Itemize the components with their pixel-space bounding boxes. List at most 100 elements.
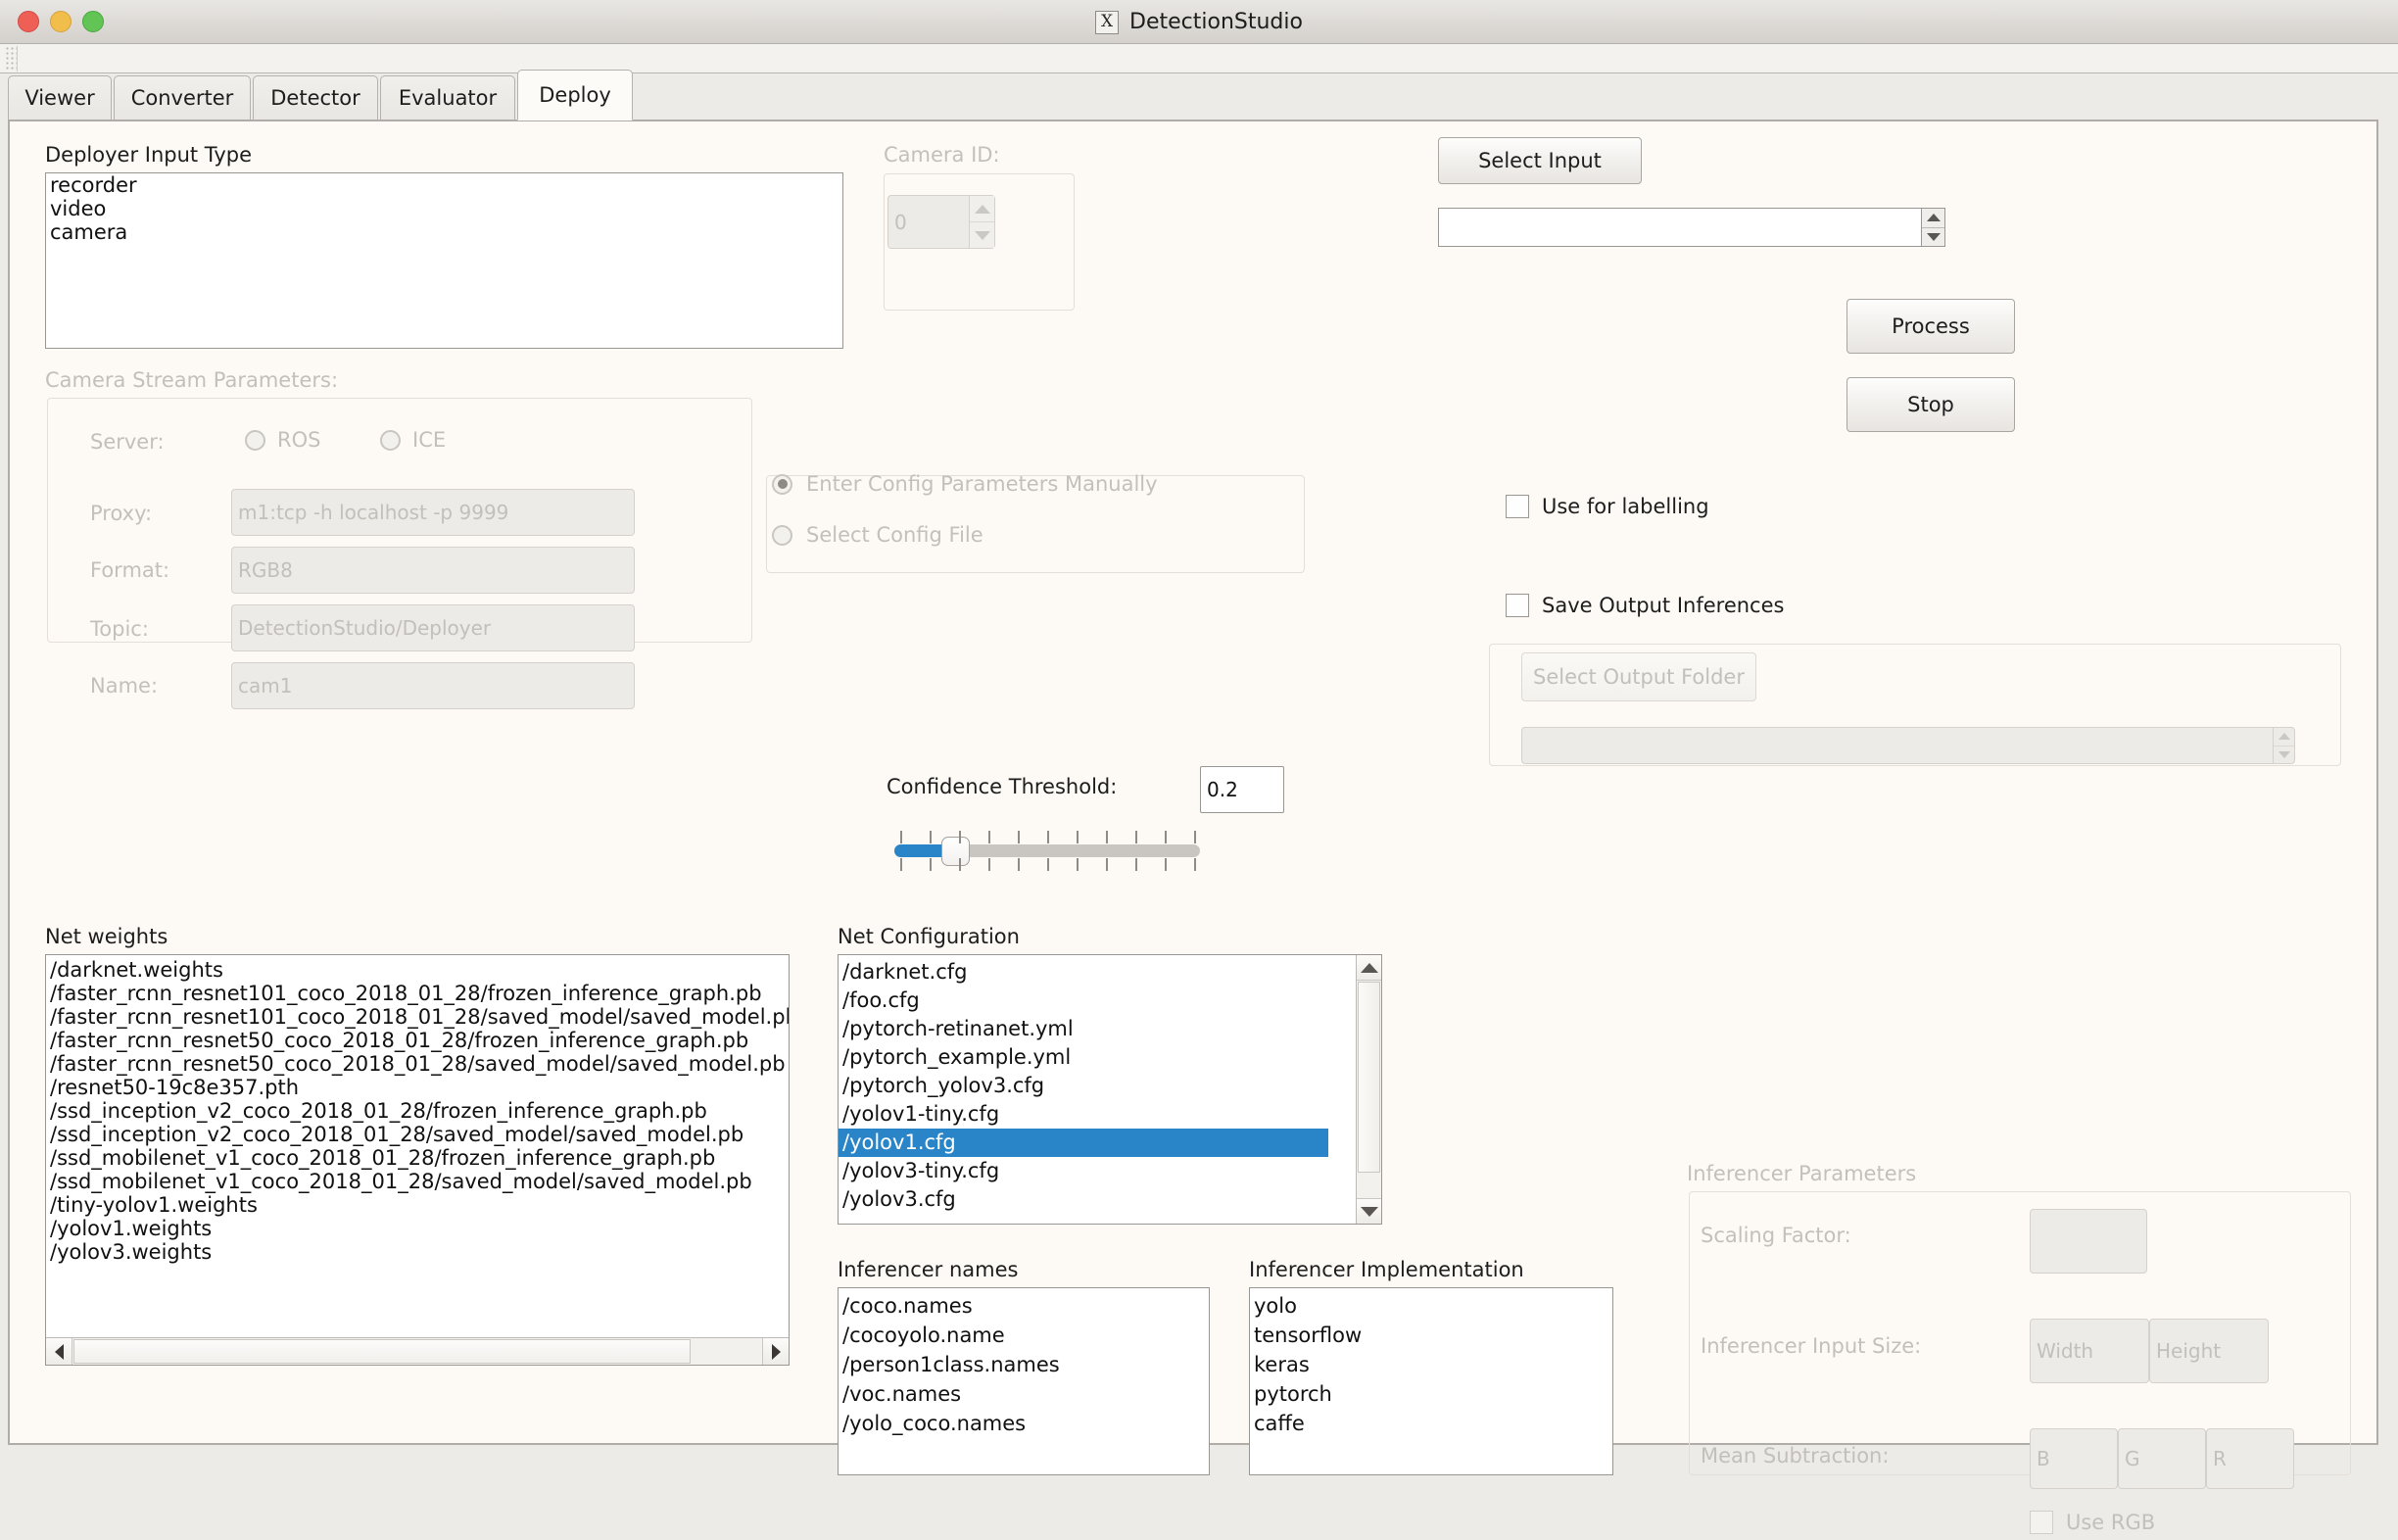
camera-id-spin-down[interactable]	[970, 221, 994, 248]
camera-id-spin-up[interactable]	[970, 196, 994, 221]
list-item[interactable]: /faster_rcnn_resnet50_coco_2018_01_28/fr…	[46, 1029, 789, 1052]
format-field[interactable]: RGB8	[231, 547, 635, 594]
vscroll-up-arrow[interactable]	[1357, 955, 1381, 981]
list-item[interactable]: pytorch	[1250, 1379, 1612, 1409]
inferencer-implementation-list[interactable]: yolo tensorflow keras pytorch caffe	[1249, 1287, 1613, 1475]
list-item[interactable]: /ssd_mobilenet_v1_coco_2018_01_28/saved_…	[46, 1170, 789, 1193]
list-item[interactable]: yolo	[1250, 1291, 1612, 1321]
radio-manual-icon	[772, 474, 792, 495]
input-path-field[interactable]	[1438, 208, 1945, 247]
scaling-factor-field[interactable]	[2030, 1209, 2147, 1274]
list-item[interactable]: video	[46, 197, 842, 220]
list-item[interactable]: /pytorch_yolov3.cfg	[839, 1072, 1381, 1100]
hscroll-right-arrow[interactable]	[762, 1338, 789, 1365]
list-item[interactable]: /yolov1-tiny.cfg	[839, 1100, 1381, 1129]
tab-viewer[interactable]: Viewer	[8, 75, 112, 120]
inferencer-input-height-field[interactable]: Height	[2149, 1319, 2269, 1383]
topic-field[interactable]: DetectionStudio/Deployer	[231, 604, 635, 651]
hscroll-left-arrow[interactable]	[46, 1338, 72, 1365]
net-weights-hscrollbar[interactable]	[46, 1337, 789, 1365]
use-rgb-checkbox-row[interactable]: Use RGB	[2030, 1511, 2155, 1534]
net-configuration-list[interactable]: /darknet.cfg /foo.cfg /pytorch-retinanet…	[838, 954, 1382, 1225]
output-path-spin-down[interactable]	[2274, 746, 2294, 764]
list-item[interactable]: /pytorch-retinanet.yml	[839, 1015, 1381, 1043]
list-item[interactable]: /tiny-yolov1.weights	[46, 1193, 789, 1217]
list-item[interactable]: /voc.names	[839, 1379, 1209, 1409]
list-item[interactable]: /darknet.cfg	[839, 958, 1381, 987]
list-item[interactable]: /ssd_mobilenet_v1_coco_2018_01_28/frozen…	[46, 1146, 789, 1170]
save-output-inferences-checkbox-row[interactable]: Save Output Inferences	[1506, 594, 1784, 617]
slider-tick-bottom	[1106, 858, 1108, 871]
net-configuration-vscrollbar[interactable]	[1356, 955, 1381, 1224]
list-item[interactable]: recorder	[46, 173, 842, 197]
list-item[interactable]: keras	[1250, 1350, 1612, 1379]
list-item[interactable]: /ssd_inception_v2_coco_2018_01_28/frozen…	[46, 1099, 789, 1123]
list-item[interactable]: /faster_rcnn_resnet50_coco_2018_01_28/sa…	[46, 1052, 789, 1076]
input-path-spin-down[interactable]	[1922, 227, 1944, 247]
list-item[interactable]: /yolov3.weights	[46, 1240, 789, 1264]
camera-id-spinner[interactable]: 0	[887, 195, 995, 249]
config-mode-manual-label: Enter Config Parameters Manually	[806, 472, 1158, 496]
tab-evaluator[interactable]: Evaluator	[380, 75, 515, 120]
list-item[interactable]: /yolov1.weights	[46, 1217, 789, 1240]
list-item[interactable]: /pytorch_example.yml	[839, 1043, 1381, 1072]
list-item[interactable]: camera	[46, 220, 842, 244]
server-radio-ros[interactable]: ROS	[245, 428, 320, 452]
checkbox-icon[interactable]	[2030, 1511, 2053, 1534]
select-output-folder-button[interactable]: Select Output Folder	[1521, 652, 1756, 701]
inferencer-input-width-field[interactable]: Width	[2030, 1319, 2149, 1383]
list-item[interactable]: /resnet50-19c8e357.pth	[46, 1076, 789, 1099]
config-mode-manual-radio[interactable]: Enter Config Parameters Manually	[772, 472, 1158, 496]
tab-detector[interactable]: Detector	[253, 75, 378, 120]
checkbox-icon[interactable]	[1506, 594, 1529, 617]
proxy-field[interactable]: m1:tcp -h localhost -p 9999	[231, 489, 635, 536]
inferencer-implementation-label: Inferencer Implementation	[1249, 1258, 1524, 1281]
tab-deploy[interactable]: Deploy	[517, 70, 633, 120]
input-path-spin-buttons[interactable]	[1921, 209, 1944, 246]
list-item[interactable]: /person1class.names	[839, 1350, 1209, 1379]
name-field[interactable]: cam1	[231, 662, 635, 709]
tab-converter[interactable]: Converter	[114, 75, 251, 120]
list-item[interactable]: /foo.cfg	[839, 987, 1381, 1015]
list-item-selected[interactable]: /yolov1.cfg	[839, 1129, 1328, 1157]
mean-subtraction-g-field[interactable]: G	[2118, 1428, 2206, 1489]
mean-subtraction-r-field[interactable]: R	[2206, 1428, 2294, 1489]
list-item[interactable]: /darknet.weights	[46, 958, 789, 982]
list-item[interactable]: /yolov3-tiny.cfg	[839, 1157, 1381, 1185]
title-bar: X DetectionStudio	[0, 0, 2398, 44]
camera-id-spin-buttons[interactable]	[969, 196, 994, 248]
list-item[interactable]: caffe	[1250, 1409, 1612, 1438]
hscroll-thumb[interactable]	[73, 1339, 691, 1364]
list-item[interactable]: /ssd_inception_v2_coco_2018_01_28/saved_…	[46, 1123, 789, 1146]
vscroll-down-arrow[interactable]	[1357, 1198, 1381, 1224]
input-path-spin-up[interactable]	[1922, 209, 1944, 227]
slider-handle[interactable]	[941, 837, 970, 866]
list-item[interactable]: /yolo_coco.names	[839, 1409, 1209, 1438]
slider-tick-top	[1194, 831, 1196, 843]
confidence-threshold-input[interactable]: 0.2	[1200, 766, 1284, 813]
output-path-field[interactable]	[1521, 727, 2295, 764]
process-button[interactable]: Process	[1846, 299, 2015, 354]
confidence-threshold-slider[interactable]	[894, 829, 1200, 874]
deployer-input-type-list[interactable]: recorder video camera	[45, 172, 843, 349]
list-item[interactable]: /faster_rcnn_resnet101_coco_2018_01_28/f…	[46, 982, 789, 1005]
list-item[interactable]: /cocoyolo.name	[839, 1321, 1209, 1350]
checkbox-icon[interactable]	[1506, 495, 1529, 518]
config-mode-file-radio[interactable]: Select Config File	[772, 523, 983, 547]
output-path-spin-up[interactable]	[2274, 728, 2294, 746]
list-item[interactable]: tensorflow	[1250, 1321, 1612, 1350]
net-weights-list[interactable]: /darknet.weights /faster_rcnn_resnet101_…	[45, 954, 790, 1366]
output-path-spin-buttons[interactable]	[2273, 728, 2294, 763]
list-item[interactable]: /coco.names	[839, 1291, 1209, 1321]
vscroll-thumb[interactable]	[1358, 982, 1380, 1173]
stop-button[interactable]: Stop	[1846, 377, 2015, 432]
mean-subtraction-b-field[interactable]: B	[2030, 1428, 2118, 1489]
select-input-button[interactable]: Select Input	[1438, 137, 1642, 184]
server-option-ice-label: ICE	[412, 428, 446, 452]
server-radio-ice[interactable]: ICE	[380, 428, 446, 452]
toolbar-drag-handle[interactable]	[5, 46, 18, 72]
list-item[interactable]: /yolov3.cfg	[839, 1185, 1381, 1214]
use-for-labelling-checkbox-row[interactable]: Use for labelling	[1506, 495, 1709, 518]
inferencer-names-list[interactable]: /coco.names /cocoyolo.name /person1class…	[838, 1287, 1210, 1475]
list-item[interactable]: /faster_rcnn_resnet101_coco_2018_01_28/s…	[46, 1005, 789, 1029]
